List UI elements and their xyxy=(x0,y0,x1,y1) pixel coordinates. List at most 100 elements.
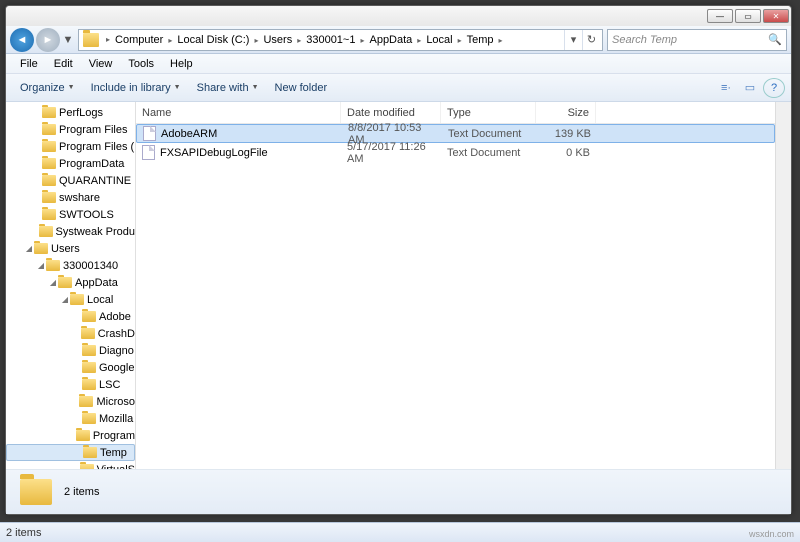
tree-node[interactable]: Microso xyxy=(6,393,135,410)
preview-pane-button[interactable]: ▭ xyxy=(739,78,761,98)
navigation-bar: ◄ ► ▼ ▸ Computer▸Local Disk (C:)▸Users▸3… xyxy=(6,26,791,54)
address-bar[interactable]: ▸ Computer▸Local Disk (C:)▸Users▸330001~… xyxy=(78,29,603,51)
toolbar: Organize▼ Include in library▼ Share with… xyxy=(6,74,791,102)
chevron-right-icon[interactable]: ▸ xyxy=(496,36,506,45)
tree-label: Temp xyxy=(100,447,127,459)
tree-label: swshare xyxy=(59,192,100,204)
tree-node[interactable]: PerfLogs xyxy=(6,104,135,121)
folder-icon xyxy=(42,107,56,118)
content-area: PerfLogsProgram FilesProgram Files ( Prog… xyxy=(6,102,791,469)
include-library-button[interactable]: Include in library▼ xyxy=(83,79,189,97)
tree-node[interactable]: VirtualS xyxy=(6,461,135,469)
folder-icon xyxy=(42,192,56,203)
menu-edit[interactable]: Edit xyxy=(46,56,81,72)
column-type[interactable]: Type xyxy=(441,102,536,123)
breadcrumb-segment[interactable]: Local xyxy=(424,34,454,46)
history-dropdown[interactable]: ▼ xyxy=(62,31,74,49)
address-dropdown[interactable]: ▾ xyxy=(564,30,582,50)
menu-view[interactable]: View xyxy=(81,56,121,72)
tree-node[interactable]: ProgramData xyxy=(6,155,135,172)
tree-label: Mozilla xyxy=(99,413,133,425)
navigation-tree[interactable]: PerfLogsProgram FilesProgram Files ( Prog… xyxy=(6,102,136,469)
chevron-right-icon[interactable]: ▸ xyxy=(251,36,261,45)
folder-icon xyxy=(70,294,84,305)
tree-node[interactable]: CrashD xyxy=(6,325,135,342)
chevron-right-icon[interactable]: ▸ xyxy=(103,35,113,44)
tree-label: Diagno xyxy=(99,345,134,357)
breadcrumb-segment[interactable]: Computer xyxy=(113,34,165,46)
tree-node[interactable]: ◢AppData xyxy=(6,274,135,291)
folder-icon xyxy=(42,141,56,152)
back-button[interactable]: ◄ xyxy=(10,28,34,52)
search-input[interactable]: Search Temp 🔍 xyxy=(607,29,787,51)
column-size[interactable]: Size xyxy=(536,102,596,123)
view-options-button[interactable]: ≡· xyxy=(715,78,737,98)
breadcrumb-segment[interactable]: AppData xyxy=(367,34,414,46)
tree-node[interactable]: ◢Users xyxy=(6,240,135,257)
tree-label: Adobe xyxy=(99,311,131,323)
tree-node[interactable]: Adobe xyxy=(6,308,135,325)
folder-icon xyxy=(58,277,72,288)
forward-button[interactable]: ► xyxy=(36,28,60,52)
tree-label: Local xyxy=(87,294,113,306)
breadcrumb-segment[interactable]: 330001~1 xyxy=(304,34,357,46)
file-type: Text Document xyxy=(441,147,536,159)
tree-label: Program xyxy=(93,430,135,442)
tree-label: LSC xyxy=(99,379,120,391)
file-size: 0 KB xyxy=(536,147,596,159)
tree-label: ProgramData xyxy=(59,158,124,170)
tree-node[interactable]: Mozilla xyxy=(6,410,135,427)
scrollbar[interactable] xyxy=(775,102,791,469)
folder-icon xyxy=(76,430,90,441)
menu-tools[interactable]: Tools xyxy=(120,56,162,72)
breadcrumb-segment[interactable]: Local Disk (C:) xyxy=(175,34,251,46)
tree-label: CrashD xyxy=(98,328,135,340)
tree-label: QUARANTINE xyxy=(59,175,131,187)
tree-node[interactable]: Program Files ( xyxy=(6,138,135,155)
document-icon xyxy=(143,126,156,141)
file-row[interactable]: AdobeARM8/8/2017 10:53 AMText Document13… xyxy=(136,124,775,143)
organize-button[interactable]: Organize▼ xyxy=(12,79,83,97)
chevron-right-icon[interactable]: ▸ xyxy=(294,36,304,45)
chevron-right-icon[interactable]: ▸ xyxy=(165,36,175,45)
column-name[interactable]: Name xyxy=(136,102,341,123)
tree-node[interactable]: LSC xyxy=(6,376,135,393)
help-button[interactable]: ? xyxy=(763,78,785,98)
refresh-button[interactable]: ↻ xyxy=(582,30,600,50)
folder-icon xyxy=(79,396,93,407)
column-date[interactable]: Date modified xyxy=(341,102,441,123)
tree-node[interactable]: swshare xyxy=(6,189,135,206)
tree-node[interactable]: Program Files xyxy=(6,121,135,138)
menu-file[interactable]: File xyxy=(12,56,46,72)
tree-node[interactable]: ◢330001340 xyxy=(6,257,135,274)
tree-node[interactable]: Systweak Produ xyxy=(6,223,135,240)
tree-node[interactable]: SWTOOLS xyxy=(6,206,135,223)
folder-icon xyxy=(46,260,60,271)
chevron-right-icon[interactable]: ▸ xyxy=(414,36,424,45)
maximize-button[interactable]: ▭ xyxy=(735,9,761,23)
new-folder-button[interactable]: New folder xyxy=(267,79,336,97)
tree-label: Google xyxy=(99,362,134,374)
chevron-right-icon[interactable]: ▸ xyxy=(357,36,367,45)
tree-node[interactable]: QUARANTINE xyxy=(6,172,135,189)
folder-icon xyxy=(82,379,96,390)
tree-node[interactable]: Google xyxy=(6,359,135,376)
tree-node[interactable]: ◢Local xyxy=(6,291,135,308)
tree-node[interactable]: Temp xyxy=(6,444,135,461)
chevron-right-icon[interactable]: ▸ xyxy=(455,36,465,45)
breadcrumb-segment[interactable]: Temp xyxy=(465,34,496,46)
menu-help[interactable]: Help xyxy=(162,56,201,72)
close-button[interactable]: ✕ xyxy=(763,9,789,23)
minimize-button[interactable]: — xyxy=(707,9,733,23)
details-pane: 2 items xyxy=(6,469,791,514)
tree-node[interactable]: Program xyxy=(6,427,135,444)
tree-node[interactable]: Diagno xyxy=(6,342,135,359)
file-name: FXSAPIDebugLogFile xyxy=(160,147,268,159)
breadcrumb-segment[interactable]: Users xyxy=(261,34,294,46)
menu-bar: FileEditViewToolsHelp xyxy=(6,54,791,74)
share-with-button[interactable]: Share with▼ xyxy=(189,79,267,97)
folder-icon xyxy=(82,413,96,424)
status-text: 2 items xyxy=(6,527,41,539)
file-row[interactable]: FXSAPIDebugLogFile5/17/2017 11:26 AMText… xyxy=(136,143,775,162)
file-list[interactable]: AdobeARM8/8/2017 10:53 AMText Document13… xyxy=(136,124,775,469)
